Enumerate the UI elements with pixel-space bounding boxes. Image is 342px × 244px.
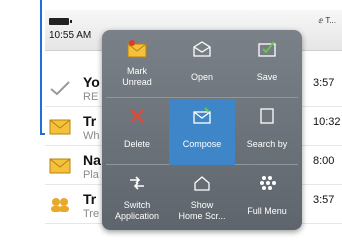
menu-item-label: Search by [246,139,288,149]
menu-item-label: Open [190,72,214,82]
menu-item-label: Mark Unread [122,66,152,87]
menu-item-delete[interactable]: Delete [104,99,170,165]
message-sender: Tr [83,113,97,129]
message-sender: Yo [83,74,100,90]
menu-item-label: Show Home Scr... [178,200,226,221]
message-time: 8:00 [313,155,335,167]
menu-item-compose[interactable]: Compose [169,99,235,165]
message-preview: Pla [83,169,99,181]
menu-item-open[interactable]: Open [169,32,235,98]
full-menu-icon [260,176,276,190]
menu-item-save[interactable]: Save [234,32,300,98]
message-preview: RE [83,91,99,103]
callout-line-left-vertical [40,0,42,135]
menu-item-mark-unread[interactable]: Mark Unread [104,32,170,98]
home-icon [194,176,210,191]
envelope-icon [49,119,71,135]
menu-item-switch-application[interactable]: Switch Application [104,166,170,232]
menu-item-show-home-screen[interactable]: Show Home Scr... [169,166,235,232]
menu-item-label: Switch Application [114,200,160,221]
message-time: 3:57 [313,194,335,206]
mark-unread-icon [127,40,147,58]
menu-item-label: Delete [123,139,150,149]
save-icon [258,41,276,57]
message-time: 3:57 [313,77,335,89]
clock: 10:55 AM [49,30,92,41]
message-sender: Tr [83,191,97,207]
menu-item-label: Save [256,72,278,82]
compose-icon [193,107,211,124]
message-sender: Na [83,152,101,168]
battery-icon [49,18,72,25]
delete-icon [130,109,144,123]
menu-item-full-menu[interactable]: Full Menu [234,166,300,232]
contacts-icon [51,198,69,212]
menu-item-search-by[interactable]: Search by [234,99,300,165]
open-envelope-icon [193,41,211,57]
message-preview: Tre [83,208,100,220]
context-menu: Mark Unread Open Save Delete Compose Sea… [102,30,302,230]
message-preview: Wh [83,130,100,142]
menu-item-label: Full Menu [247,206,287,216]
message-time: 10:32 [313,116,341,128]
menu-item-label: Compose [182,139,222,149]
signal-icon: ⅇ T... [318,16,336,25]
checkmark-icon [50,81,70,96]
search-by-icon [260,108,274,124]
switch-application-icon [130,176,144,190]
envelope-icon [49,158,71,174]
